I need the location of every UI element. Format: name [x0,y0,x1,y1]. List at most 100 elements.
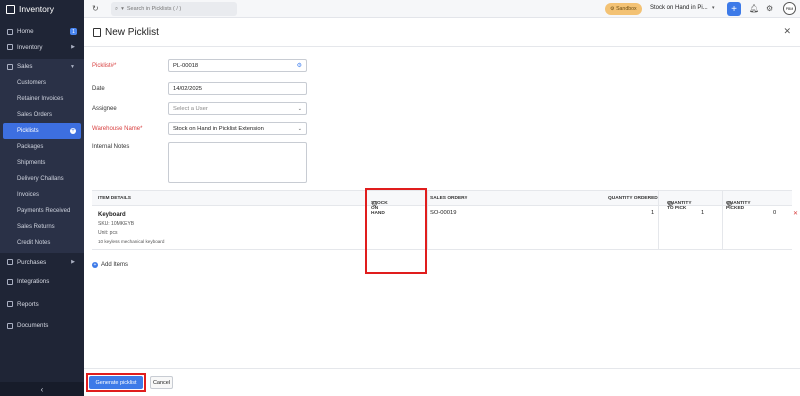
chart-icon [7,301,13,308]
sidebar-item-label: Purchases [17,258,47,266]
quantity-to-pick-input[interactable]: 1 [701,210,704,216]
sidebar-item-invoices[interactable]: Invoices [0,187,84,203]
remove-row-icon[interactable]: ✕ [793,210,798,217]
plus-circle-icon: + [92,262,98,268]
column-divider [427,206,428,249]
sidebar-item-delivery-challans[interactable]: Delivery Challans [0,171,84,187]
top-bar: ↻ ⌕ ▾ Search in Picklists ( / ) ⚙ Sandbo… [84,0,800,18]
search-dropdown-icon[interactable]: ▾ [121,6,124,12]
stock-on-hand-highlight [365,188,427,274]
sidebar-item-label: Reports [17,300,39,308]
notification-badge: 1 [70,28,77,36]
warehouse-select[interactable]: Stock on Hand in Picklist Extension ⌄ [168,122,307,135]
search-input[interactable]: ⌕ ▾ Search in Picklists ( / ) [111,2,237,16]
chevron-right-icon: ▶ [71,44,75,51]
sidebar-item-inventory[interactable]: Inventory ▶ [0,40,84,56]
chevron-left-icon: ‹ [40,384,44,394]
chevron-down-icon: ⌄ [297,125,302,132]
inventory-logo-icon [6,4,15,14]
quick-create-button[interactable]: + [727,2,741,16]
internal-notes-row: Internal Notes [92,142,307,183]
sidebar-item-home[interactable]: Home 1 [0,24,84,40]
item-sku: SKU: 10MKEYB [98,221,135,227]
picklist-number-field[interactable]: PL-00018 ⚙ [168,59,307,72]
sidebar-item-sales-returns[interactable]: Sales Returns [0,219,84,235]
assignee-select[interactable]: Select a User ⌄ [168,102,307,115]
assignee-label: Assignee [92,105,117,112]
column-divider [722,191,723,205]
sidebar-item-documents[interactable]: Documents [0,318,84,334]
sales-order-cell[interactable]: SO-00019 [430,210,456,216]
cancel-button[interactable]: Cancel [150,376,173,389]
page-header: New Picklist [84,18,800,47]
table-header: ITEM DETAILS STOCK ON HAND i SALES ORDER#… [92,190,792,216]
sidebar-item-packages[interactable]: Packages [0,139,84,155]
sidebar-item-label: Documents [17,322,49,330]
search-placeholder: Search in Picklists ( / ) [126,6,182,12]
date-label: Date [92,85,105,92]
sidebar-item-reports[interactable]: Reports [0,297,84,313]
sidebar-item-integrations[interactable]: Integrations [0,274,84,290]
close-icon[interactable]: ✕ [783,26,791,37]
sales-group: Sales ▼ Customers Retainer Invoices Sale… [0,59,84,253]
item-name[interactable]: Keyboard [98,212,126,218]
sidebar-item-sales[interactable]: Sales ▼ [0,59,84,75]
warehouse-value: Stock on Hand in Picklist Extension [173,125,264,132]
sidebar-item-purchases[interactable]: Purchases ▶ [0,255,84,271]
col-sales-order: SALES ORDER# [430,196,468,201]
quantity-picked-input[interactable]: 0 [773,210,776,216]
cart-icon [7,63,13,70]
sandbox-badge[interactable]: ⚙ Sandbox [605,3,642,15]
gear-icon[interactable]: ⚙ [297,62,302,69]
picklist-number-value: PL-00018 [173,62,199,69]
box-icon [7,44,13,51]
sidebar-item-customers[interactable]: Customers [0,75,84,91]
warehouse-label: Warehouse Name* [92,125,143,132]
chevron-down-icon: ⌄ [297,105,302,112]
folder-icon [7,322,13,329]
form-footer: Generate picklist Cancel [84,368,800,396]
sidebar-item-retainer-invoices[interactable]: Retainer Invoices [0,91,84,107]
table-row: Keyboard SKU: 10MKEYB Unit: pcs 10 keyle… [92,206,798,250]
internal-notes-textarea[interactable] [168,142,307,183]
sidebar-item-shipments[interactable]: Shipments [0,155,84,171]
picklist-number-row: Picklist#* PL-00018 ⚙ [92,59,307,72]
sidebar-item-label: Inventory [17,43,43,51]
refresh-icon[interactable]: ↻ [92,4,99,13]
gear-icon[interactable]: ⚙ [766,4,773,13]
org-name[interactable]: Stock on Hand in Pi... [650,5,708,11]
date-row: Date 14/02/2025 [92,82,307,95]
chevron-down-icon[interactable]: ▾ [712,5,715,11]
sidebar: Inventory Home 1 Inventory ▶ Sales ▼ Cus… [0,0,84,396]
column-divider [658,191,659,205]
add-items-button[interactable]: + Add Items [92,262,128,268]
generate-picklist-highlight [86,373,146,392]
app-brand[interactable]: Inventory [0,0,84,18]
avatar[interactable]: PBM [783,2,796,15]
sidebar-item-label: Sales [17,63,33,71]
sidebar-item-label: Integrations [17,278,50,286]
col-item-details: ITEM DETAILS [98,196,131,201]
sidebar-collapse-button[interactable]: ‹ [0,382,84,396]
clipboard-icon [93,27,101,37]
date-field[interactable]: 14/02/2025 [168,82,307,95]
sidebar-item-label: Picklists [17,127,39,134]
item-description: 10 keyless mechanical keyboard [98,239,165,244]
item-unit: Unit: pcs [98,230,118,236]
assignee-row: Assignee Select a User ⌄ [92,102,307,115]
column-divider [658,206,659,249]
quantity-ordered-cell: 1 [651,210,655,216]
bell-icon[interactable]: 🔔︎ [749,4,759,13]
sidebar-item-payments-received[interactable]: Payments Received [0,203,84,219]
search-icon: ⌕ [115,5,119,12]
add-picklist-icon[interactable]: + [70,127,76,134]
sidebar-item-picklists[interactable]: Picklists + [3,122,81,139]
column-divider [427,191,428,205]
bag-icon [7,259,13,266]
sidebar-item-sales-orders[interactable]: Sales Orders [0,107,84,123]
column-divider [722,206,723,249]
chevron-right-icon: ▶ [71,259,75,266]
col-quantity-ordered: QUANTITY ORDERED [608,196,658,201]
sidebar-item-credit-notes[interactable]: Credit Notes [0,235,84,251]
chevron-down-icon: ▼ [70,63,75,70]
